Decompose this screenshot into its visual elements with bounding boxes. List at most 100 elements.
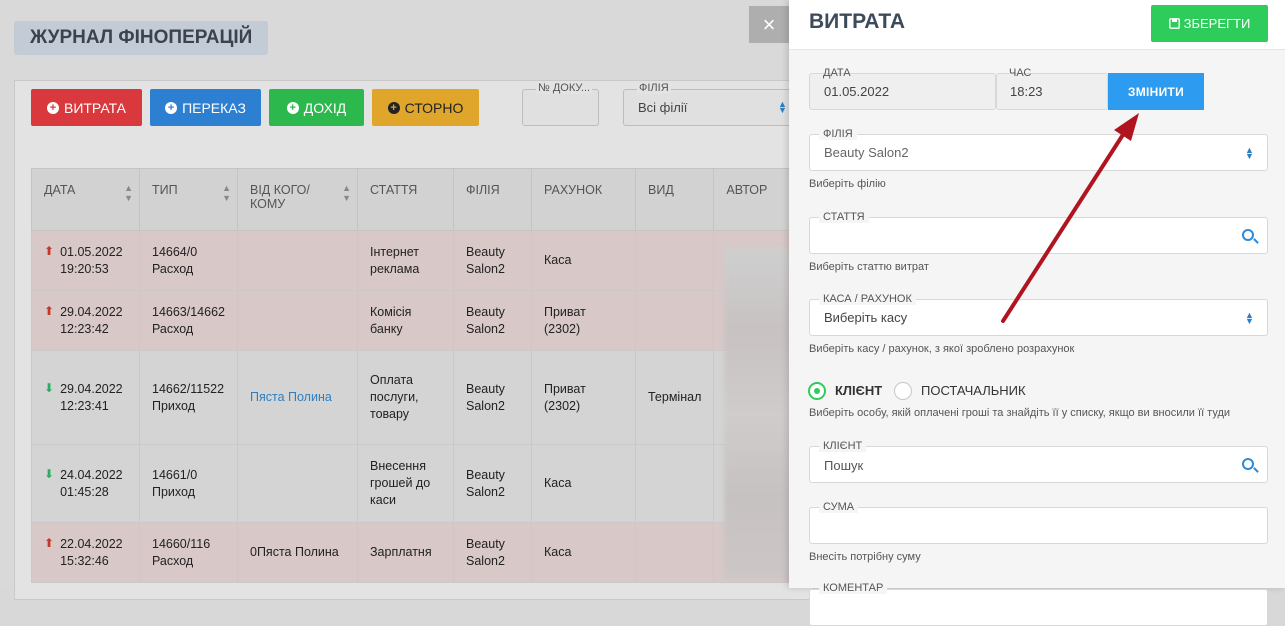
cell-account: Приват (2302) <box>531 290 636 351</box>
panel-header: ВИТРАТА ЗБЕРЕГТИ <box>789 0 1285 50</box>
add-storno-button[interactable]: + СТОРНО <box>372 89 479 126</box>
cell-account: Каса <box>531 444 636 523</box>
account-value: Виберіть касу <box>824 310 908 325</box>
sum-hint: Внесіть потрібну суму <box>809 551 921 563</box>
add-income-button[interactable]: + ДОХІД <box>269 89 364 126</box>
cell-view <box>634 230 715 291</box>
add-expense-label: ВИТРАТА <box>63 99 127 116</box>
cell-party[interactable]: Пяста Полина <box>237 350 358 445</box>
sum-input[interactable] <box>809 507 1268 544</box>
cell-view <box>634 444 715 523</box>
cell-type: 14660/116 Расход <box>139 522 238 583</box>
save-label: ЗБЕРЕГТИ <box>1183 16 1251 31</box>
cell-date: ⬆ 01.05.2022 19:20:53 <box>31 230 140 291</box>
cell-type: 14662/11522 Приход <box>139 350 238 445</box>
article-search-input[interactable] <box>809 217 1268 254</box>
cell-account: Приват (2302) <box>531 350 636 445</box>
save-button[interactable]: ЗБЕРЕГТИ <box>1151 5 1268 42</box>
client-radio-label[interactable]: КЛІЄНТ <box>835 383 882 398</box>
cell-branch: Beauty Salon2 <box>453 290 532 351</box>
client-placeholder: Пошук <box>824 458 864 473</box>
page-title: ЖУРНАЛ ФІНОПЕРАЦІЙ <box>14 21 269 55</box>
column-header-article: СТАТТЯ <box>357 168 454 231</box>
branch-value: Beauty Salon2 <box>824 145 909 160</box>
search-icon[interactable] <box>1242 458 1254 470</box>
cell-account: Каса <box>531 522 636 583</box>
client-link[interactable]: Пяста Полина <box>250 390 332 404</box>
column-header-author: АВТОР <box>713 168 795 231</box>
add-income-label: ДОХІД <box>303 99 347 116</box>
cell-type: 14664/0 Расход <box>139 230 238 291</box>
doc-number-filter[interactable] <box>522 89 599 126</box>
download-arrow-icon: ⬇ <box>44 466 55 481</box>
floppy-disk-icon <box>1168 18 1180 29</box>
add-expense-button[interactable]: + ВИТРАТА <box>31 89 142 126</box>
time-value: 18:23 <box>1010 84 1043 99</box>
column-header-type[interactable]: ТИП ▲ ▼ <box>139 168 238 231</box>
cell-date: ⬆ 29.04.2022 12:23:42 <box>31 290 140 351</box>
table-row[interactable]: ⬆ 22.04.2022 15:32:46 14660/116 Расход 0Пяс… <box>31 522 795 583</box>
cell-account: Каса <box>531 230 636 291</box>
table-row[interactable]: ⬇ 29.04.2022 12:23:41 14662/11522 Приход Пя… <box>31 350 795 445</box>
comment-input[interactable] <box>809 589 1268 626</box>
upload-arrow-icon: ⬆ <box>44 535 55 550</box>
add-transfer-button[interactable]: + ПЕРЕКАЗ <box>150 89 261 126</box>
cell-article: Оплата послуги, товару <box>357 350 454 445</box>
panel-title: ВИТРАТА <box>809 10 906 33</box>
upload-arrow-icon: ⬆ <box>44 303 55 318</box>
column-header-party[interactable]: ВІД КОГО/КОМУ ▲ ▼ <box>237 168 358 231</box>
cell-date: ⬇ 29.04.2022 12:23:41 <box>31 350 140 445</box>
comment-label: КОМЕНТАР <box>819 582 888 594</box>
recipient-hint: Виберіть особу, якій оплачені гроші та з… <box>809 407 1231 419</box>
table-row[interactable]: ⬆ 29.04.2022 12:23:42 14663/14662 Расход Ко… <box>31 290 795 351</box>
cell-party: 0Пяста Полина <box>237 522 358 583</box>
cell-party <box>237 290 358 351</box>
sum-label: СУМА <box>819 501 859 513</box>
select-caret-icon: ▲ ▼ <box>1245 310 1254 326</box>
operations-table: ДАТА ▲ ▼ ТИП ▲ ▼ ВІД КОГО/КОМУ ▲ ▼ СТАТТЯ ФІЛІ… <box>31 168 795 583</box>
change-datetime-button[interactable]: ЗМІНИТИ <box>1108 73 1204 110</box>
select-caret-icon: ▲ ▼ <box>778 99 787 115</box>
expense-side-panel: ВИТРАТА ЗБЕРЕГТИ ДАТА 01.05.2022 ЧАС 18:… <box>789 0 1285 626</box>
client-search-input[interactable] <box>809 446 1268 483</box>
download-arrow-icon: ⬇ <box>44 380 55 395</box>
select-caret-icon: ▲ ▼ <box>1245 145 1254 161</box>
cell-branch: Beauty Salon2 <box>453 230 532 291</box>
date-value: 01.05.2022 <box>824 84 890 99</box>
plus-circle-icon: + <box>286 101 299 114</box>
cell-article: Комісія банку <box>357 290 454 351</box>
branch-filter-value: Всі філії <box>638 100 688 115</box>
column-header-account: РАХУНОК <box>531 168 636 231</box>
cell-date: ⬇ 24.04.2022 01:45:28 <box>31 444 140 523</box>
table-row[interactable]: ⬆ 01.05.2022 19:20:53 14664/0 Расход Інтерн… <box>31 230 795 291</box>
cell-party <box>237 230 358 291</box>
add-transfer-label: ПЕРЕКАЗ <box>182 99 246 116</box>
supplier-radio-label[interactable]: ПОСТАЧАЛЬНИК <box>921 383 1026 398</box>
column-header-date[interactable]: ДАТА ▲ ▼ <box>31 168 140 231</box>
branch-hint: Виберіть філію <box>809 178 886 190</box>
branch-label: ФІЛІЯ <box>819 128 857 140</box>
plus-circle-icon: + <box>46 101 59 114</box>
column-header-branch: ФІЛІЯ <box>453 168 532 231</box>
client-label: КЛІЄНТ <box>819 440 867 452</box>
plus-circle-icon: + <box>387 101 400 114</box>
cell-view <box>634 522 715 583</box>
client-radio[interactable] <box>808 382 826 400</box>
close-panel-button[interactable]: × <box>749 6 789 43</box>
sort-icon: ▲ ▼ <box>222 183 231 203</box>
sort-icon: ▲ ▼ <box>124 183 133 203</box>
supplier-radio[interactable] <box>894 382 912 400</box>
doc-number-label: № ДОКУ... <box>536 82 593 94</box>
cell-party <box>237 444 358 523</box>
table-row[interactable]: ⬇ 24.04.2022 01:45:28 14661/0 Приход Внесен… <box>31 444 795 523</box>
cell-view <box>634 290 715 351</box>
blurred-author-column <box>724 248 790 580</box>
account-hint: Виберіть касу / рахунок, з якої зроблено… <box>809 343 1075 355</box>
search-icon[interactable] <box>1242 229 1254 241</box>
cell-branch: Beauty Salon2 <box>453 444 532 523</box>
cell-type: 14663/14662 Расход <box>139 290 238 351</box>
sort-icon: ▲ ▼ <box>342 183 351 203</box>
cell-article: Зарплатня <box>357 522 454 583</box>
cell-type: 14661/0 Приход <box>139 444 238 523</box>
date-label: ДАТА <box>823 67 851 79</box>
